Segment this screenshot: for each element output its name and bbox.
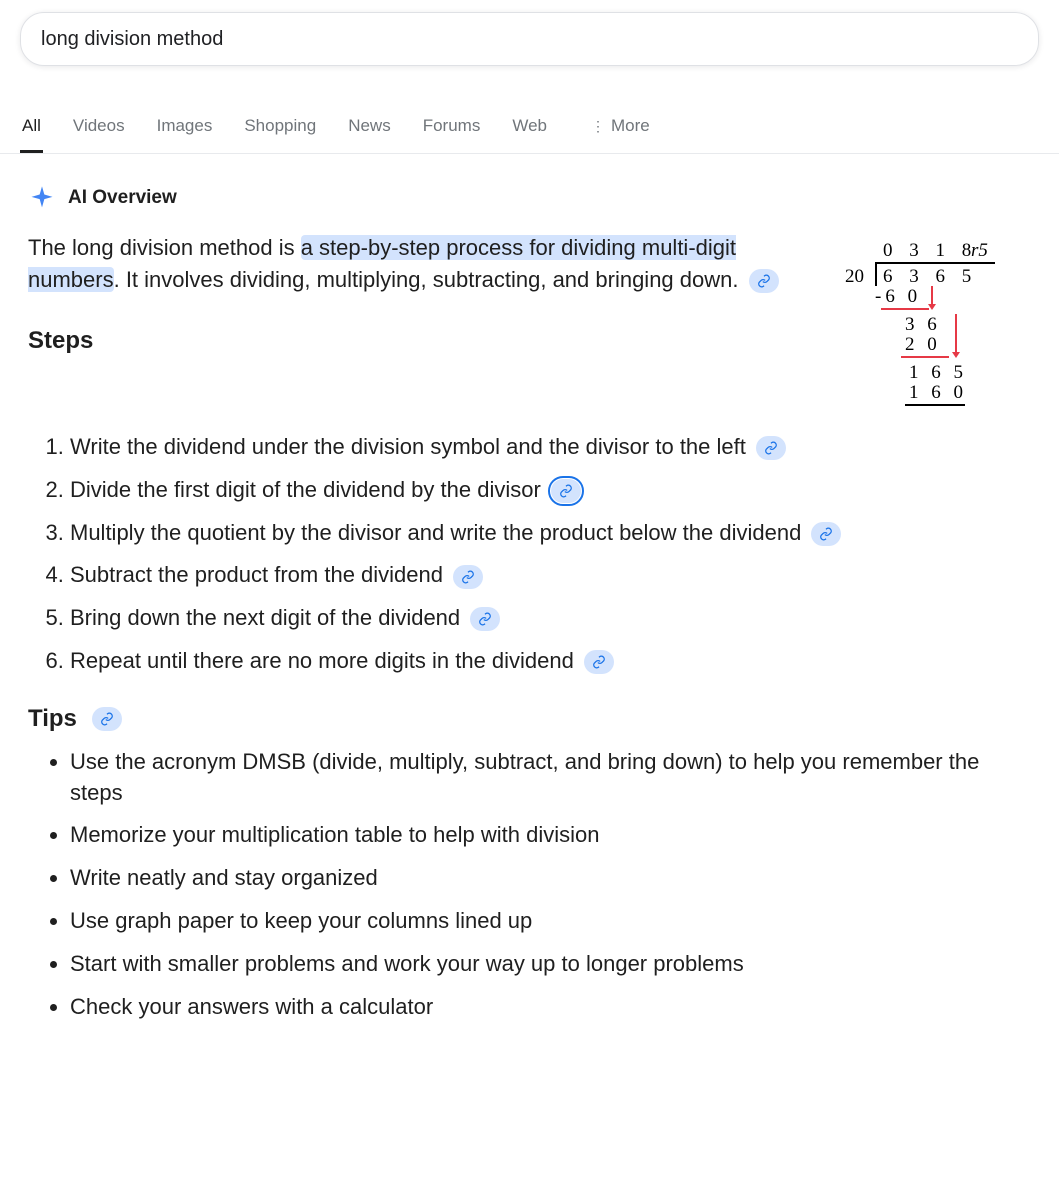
search-bar-container (0, 0, 1059, 78)
citation-link-icon[interactable] (584, 650, 614, 674)
step-item: Write the dividend under the division sy… (70, 432, 1031, 463)
ai-overview-header: AI Overview (28, 184, 1031, 212)
citation-link-icon[interactable] (453, 565, 483, 589)
step-item: Bring down the next digit of the dividen… (70, 603, 1031, 634)
citation-link-icon[interactable] (470, 607, 500, 631)
search-tabs: All Videos Images Shopping News Forums W… (0, 102, 1059, 154)
more-label: More (611, 116, 650, 136)
tip-item: Write neatly and stay organized (70, 863, 1031, 894)
tab-more[interactable]: ⋮ More (589, 102, 652, 153)
step-item: Divide the first digit of the dividend b… (70, 475, 1031, 506)
example-divisor: 20 (845, 266, 864, 289)
tab-forums[interactable]: Forums (421, 102, 483, 153)
citation-link-icon[interactable] (749, 269, 779, 293)
tab-web[interactable]: Web (510, 102, 549, 153)
citation-link-icon[interactable] (756, 436, 786, 460)
division-underline-2 (901, 356, 949, 358)
example-step1-sub: -6 0 (875, 286, 921, 309)
long-division-example-image: 0 3 1 8 r5 20 6 3 6 5 -6 0 3 6 2 0 1 6 5… (831, 232, 1031, 432)
citation-link-icon[interactable] (811, 522, 841, 546)
overview-body: The long division method is a step-by-st… (28, 232, 1031, 432)
overview-intro-block: The long division method is a step-by-st… (28, 232, 811, 373)
tab-videos[interactable]: Videos (71, 102, 127, 153)
tip-item: Memorize your multiplication table to he… (70, 820, 1031, 851)
citation-link-icon[interactable] (551, 479, 581, 503)
tip-item: Check your answers with a calculator (70, 992, 1031, 1023)
step-text: Multiply the quotient by the divisor and… (70, 520, 801, 545)
overview-intro-text: The long division method is a step-by-st… (28, 232, 811, 296)
steps-heading: Steps (28, 324, 811, 359)
ai-overview-section: AI Overview The long division method is … (0, 154, 1059, 1054)
search-input[interactable] (41, 28, 1018, 51)
tab-shopping[interactable]: Shopping (242, 102, 318, 153)
step-text: Subtract the product from the dividend (70, 562, 443, 587)
steps-list: Write the dividend under the division sy… (28, 432, 1031, 677)
step-text: Write the dividend under the division sy… (70, 434, 746, 459)
search-box[interactable] (20, 12, 1039, 66)
ai-overview-title: AI Overview (68, 187, 177, 209)
division-bracket-left (875, 262, 877, 286)
tip-item: Use graph paper to keep your columns lin… (70, 906, 1031, 937)
tips-list: Use the acronym DMSB (divide, multiply, … (28, 747, 1031, 1023)
example-step2-sub: 2 0 (905, 334, 941, 357)
sparkle-icon (28, 184, 56, 212)
example-step3-sub: 1 6 0 (909, 382, 967, 405)
intro-suffix: . It involves dividing, multiplying, sub… (114, 267, 739, 292)
step-text: Bring down the next digit of the dividen… (70, 605, 460, 630)
tip-item: Start with smaller problems and work you… (70, 949, 1031, 980)
tips-heading-text: Tips (28, 705, 77, 732)
division-bracket-top (875, 262, 995, 264)
step-text: Divide the first digit of the dividend b… (70, 477, 541, 502)
tips-heading: Tips (28, 705, 1031, 733)
step-item: Subtract the product from the dividend (70, 560, 1031, 591)
citation-link-icon[interactable] (92, 707, 122, 731)
step-item: Repeat until there are no more digits in… (70, 646, 1031, 677)
intro-prefix: The long division method is (28, 235, 301, 260)
tab-all[interactable]: All (20, 102, 43, 153)
tip-item: Use the acronym DMSB (divide, multiply, … (70, 747, 1031, 809)
step-item: Multiply the quotient by the divisor and… (70, 518, 1031, 549)
division-underline-1 (881, 308, 929, 310)
arrow-down-icon (955, 314, 957, 356)
example-quotient: 0 3 1 8 (883, 240, 977, 263)
example-remainder: r5 (971, 240, 988, 263)
tab-news[interactable]: News (346, 102, 393, 153)
more-dots-icon: ⋮ (591, 119, 605, 133)
tab-images[interactable]: Images (155, 102, 215, 153)
division-underline-3 (905, 404, 965, 406)
step-text: Repeat until there are no more digits in… (70, 648, 574, 673)
arrow-down-icon (931, 286, 933, 308)
